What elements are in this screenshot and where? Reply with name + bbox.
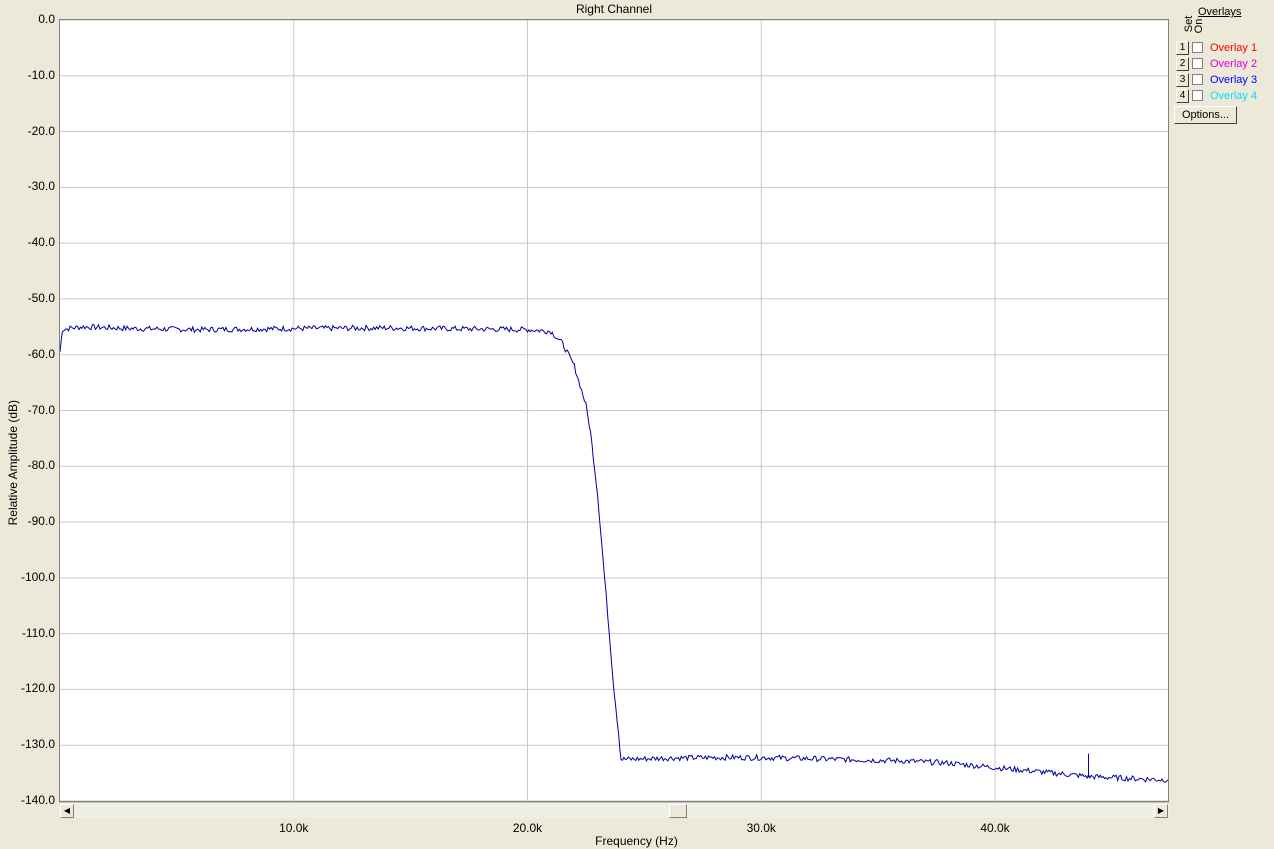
overlays-title: Overlays [1198, 6, 1242, 18]
overlay-4-label: Overlay 4 [1210, 90, 1258, 102]
overlay-1-set-button[interactable]: 1 [1176, 41, 1189, 55]
options-button[interactable]: Options... [1174, 106, 1237, 124]
y-tick-label: -10.0 [27, 67, 55, 82]
overlay-1-checkbox[interactable] [1192, 42, 1203, 53]
y-tick-label: -130.0 [20, 737, 55, 752]
y-tick-label: -60.0 [27, 346, 55, 361]
chart-svg [60, 20, 1168, 801]
x-tick-label: 20.0k [512, 821, 543, 835]
on-column-header: On [1193, 18, 1205, 34]
y-tick-label: -20.0 [27, 123, 55, 138]
scroll-left-button[interactable]: ◀ [60, 804, 74, 818]
y-tick-label: -120.0 [20, 681, 55, 696]
y-tick-label: -50.0 [27, 290, 55, 305]
chart-title: Right Channel [575, 2, 653, 16]
series-line [60, 323, 1168, 783]
overlay-4-checkbox[interactable] [1192, 90, 1203, 101]
overlay-row-3: 3 Overlay 3 [1176, 73, 1272, 87]
y-tick-label: -90.0 [27, 514, 55, 529]
y-tick-label: 0.0 [38, 12, 55, 26]
x-axis-label: Frequency (Hz) [595, 834, 678, 848]
y-tick-label: -100.0 [20, 569, 55, 584]
y-tick-label: -140.0 [20, 793, 55, 807]
x-tick-label: 10.0k [279, 821, 309, 835]
y-tick-label: -110.0 [21, 625, 55, 640]
overlay-row-2: 2 Overlay 2 [1176, 57, 1272, 71]
overlay-3-set-button[interactable]: 3 [1176, 73, 1189, 87]
overlay-3-label: Overlay 3 [1210, 74, 1258, 86]
overlay-4-set-button[interactable]: 4 [1176, 89, 1189, 103]
overlay-row-4: 4 Overlay 4 [1176, 89, 1272, 103]
scroll-right-button[interactable]: ▶ [1154, 804, 1168, 818]
x-tick-label: 30.0k [746, 821, 776, 835]
y-tick-label: -30.0 [27, 179, 55, 194]
y-tick-label: -70.0 [27, 402, 55, 417]
plot-area[interactable] [59, 19, 1169, 802]
overlay-row-1: 1 Overlay 1 [1176, 41, 1272, 55]
y-tick-label: -40.0 [27, 235, 55, 250]
x-tick-label: 40.0k [980, 821, 1010, 835]
overlay-3-checkbox[interactable] [1192, 74, 1203, 85]
horizontal-scrollbar[interactable]: ◀ ▶ [59, 802, 1169, 818]
y-tick-label: -80.0 [27, 458, 55, 473]
overlay-2-checkbox[interactable] [1192, 58, 1203, 69]
scroll-thumb[interactable] [669, 804, 687, 818]
overlay-2-label: Overlay 2 [1210, 58, 1258, 70]
overlay-2-set-button[interactable]: 2 [1176, 57, 1189, 71]
overlay-1-label: Overlay 1 [1210, 42, 1258, 54]
